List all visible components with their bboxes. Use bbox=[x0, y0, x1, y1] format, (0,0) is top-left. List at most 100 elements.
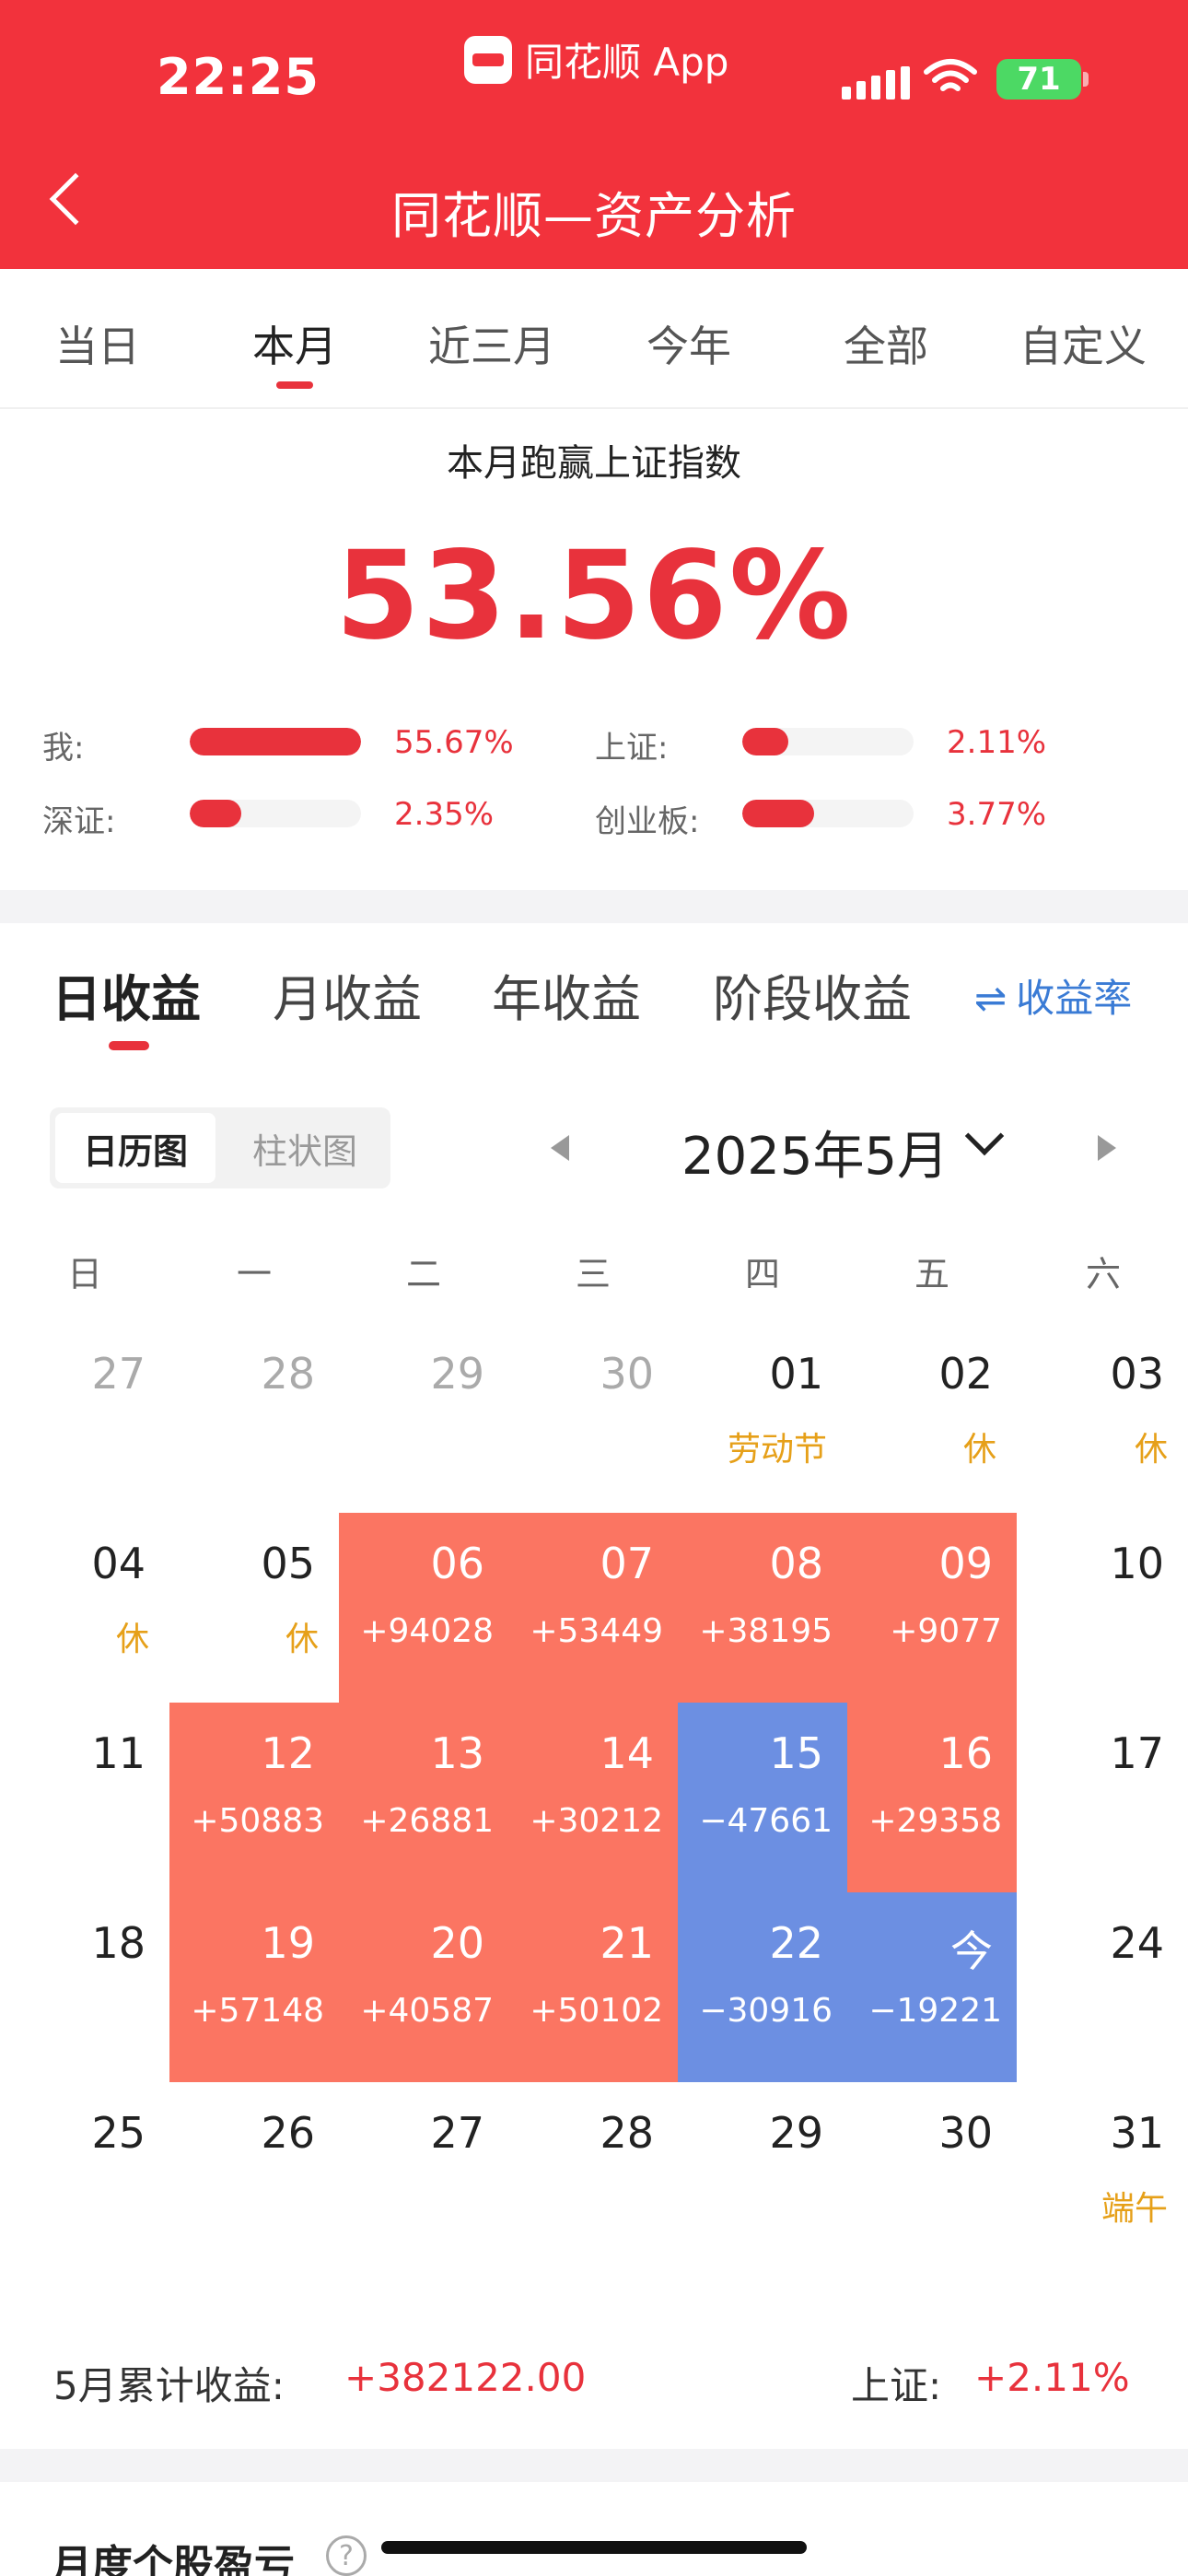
day-number: 29 bbox=[430, 1349, 484, 1399]
compare-bar-sh bbox=[742, 728, 914, 755]
day-number: 16 bbox=[938, 1728, 993, 1778]
calendar-day[interactable]: 14 +30212 bbox=[508, 1703, 678, 1892]
prev-month-icon[interactable] bbox=[551, 1135, 569, 1161]
view-toggle: 日历图 柱状图 bbox=[50, 1107, 390, 1188]
daily-pnl: +26881 bbox=[360, 1802, 494, 1840]
day-number: 02 bbox=[938, 1349, 993, 1399]
day-number: 30 bbox=[938, 2108, 993, 2158]
chevron-down-icon[interactable] bbox=[964, 1116, 1005, 1156]
day-number: 01 bbox=[769, 1349, 823, 1399]
tab-all[interactable]: 全部 bbox=[794, 313, 978, 374]
calendar-day[interactable]: 31 端午 bbox=[1019, 2082, 1188, 2272]
bar-view-button[interactable]: 柱状图 bbox=[225, 1113, 385, 1183]
day-number: 29 bbox=[769, 2108, 823, 2158]
day-number: 25 bbox=[91, 2108, 146, 2158]
holiday-note: 休 bbox=[962, 1431, 996, 1469]
yield-rate-toggle[interactable]: ⇌ 收益率 bbox=[974, 967, 1132, 1024]
calendar-day[interactable]: 03 休 bbox=[1019, 1323, 1188, 1513]
calendar-day[interactable]: 24 bbox=[1019, 1892, 1188, 2082]
calendar-day[interactable]: 22 −30916 bbox=[678, 1892, 847, 2082]
calendar-day[interactable]: 30 bbox=[847, 2082, 1017, 2272]
day-number: 22 bbox=[769, 1918, 823, 1968]
holiday-note: 休 bbox=[1134, 1431, 1168, 1469]
holiday-note: 端午 bbox=[1101, 2190, 1168, 2228]
weekday-label: 一 bbox=[236, 1254, 272, 1294]
calendar-day[interactable]: 30 bbox=[508, 1323, 678, 1513]
calendar-day[interactable]: 07 +53449 bbox=[508, 1513, 678, 1703]
swap-icon: ⇌ bbox=[974, 976, 1007, 1021]
month-label[interactable]: 2025年5月 bbox=[681, 1115, 949, 1189]
next-month-icon[interactable] bbox=[1098, 1135, 1116, 1161]
home-indicator bbox=[381, 2541, 807, 2554]
app-indicator[interactable]: 同花顺 App bbox=[464, 31, 728, 88]
calendar-day[interactable]: 29 bbox=[339, 1323, 508, 1513]
tab-yearly-income[interactable]: 年收益 bbox=[492, 958, 641, 1031]
cellular-signal-icon bbox=[842, 66, 910, 100]
compare-label-sh: 上证: bbox=[595, 730, 669, 767]
daily-pnl: +40587 bbox=[360, 1992, 494, 2030]
compare-label-cyb: 创业板: bbox=[595, 803, 700, 840]
weekday-label: 日 bbox=[66, 1254, 102, 1294]
calendar-day[interactable]: 16 +29358 bbox=[847, 1703, 1017, 1892]
calendar-day[interactable]: 17 bbox=[1019, 1703, 1188, 1892]
calendar-day[interactable]: 今 −19221 bbox=[847, 1892, 1017, 2082]
help-icon[interactable]: ? bbox=[326, 2535, 367, 2576]
calendar-day[interactable]: 18 bbox=[0, 1892, 169, 2082]
day-number: 09 bbox=[938, 1539, 993, 1588]
calendar-day[interactable]: 20 +40587 bbox=[339, 1892, 508, 2082]
tab-custom[interactable]: 自定义 bbox=[991, 313, 1175, 374]
day-number: 今 bbox=[950, 1926, 993, 1976]
day-number: 17 bbox=[1110, 1728, 1164, 1778]
compare-value-cyb: 3.77% bbox=[947, 796, 1047, 833]
tab-three-months[interactable]: 近三月 bbox=[400, 313, 584, 374]
tab-daily-income[interactable]: 日收益 bbox=[52, 958, 201, 1031]
tab-monthly-income[interactable]: 月收益 bbox=[273, 958, 422, 1031]
calendar-day[interactable]: 21 +50102 bbox=[508, 1892, 678, 2082]
day-number: 24 bbox=[1110, 1918, 1164, 1968]
calendar-day[interactable]: 01 劳动节 bbox=[678, 1323, 847, 1513]
calendar-day[interactable]: 28 bbox=[169, 1323, 339, 1513]
tab-this-month[interactable]: 本月 bbox=[203, 313, 387, 374]
day-number: 31 bbox=[1110, 2108, 1164, 2158]
daily-pnl: +9077 bbox=[890, 1612, 1002, 1650]
calendar-day[interactable]: 27 bbox=[339, 2082, 508, 2272]
calendar-view-button[interactable]: 日历图 bbox=[55, 1113, 215, 1183]
daily-pnl: +30212 bbox=[530, 1802, 663, 1840]
calendar-day[interactable]: 12 +50883 bbox=[169, 1703, 339, 1892]
calendar-day[interactable]: 02 休 bbox=[847, 1323, 1017, 1513]
compare-bar-fill-me bbox=[190, 728, 361, 755]
tab-today[interactable]: 当日 bbox=[6, 313, 190, 374]
calendar-day[interactable]: 27 bbox=[0, 1323, 169, 1513]
calendar-day[interactable]: 28 bbox=[508, 2082, 678, 2272]
month-total-value: +382122.00 bbox=[344, 2355, 587, 2400]
section-title: 月度个股盈亏 bbox=[52, 2542, 295, 2576]
day-number: 20 bbox=[430, 1918, 484, 1968]
calendar-day[interactable]: 08 +38195 bbox=[678, 1513, 847, 1703]
calendar-day[interactable]: 04 休 bbox=[0, 1513, 169, 1703]
day-number: 11 bbox=[91, 1728, 146, 1778]
compare-value-sh: 2.11% bbox=[947, 724, 1047, 761]
tab-stage-income[interactable]: 阶段收益 bbox=[713, 958, 912, 1031]
calendar-day[interactable]: 05 休 bbox=[169, 1513, 339, 1703]
weekday-label: 五 bbox=[914, 1254, 949, 1294]
compare-label-sz: 深证: bbox=[42, 803, 116, 840]
yield-rate-label: 收益率 bbox=[1016, 976, 1133, 1021]
daily-pnl: −30916 bbox=[699, 1992, 833, 2030]
calendar-day[interactable]: 13 +26881 bbox=[339, 1703, 508, 1892]
period-tabs: 当日 本月 近三月 今年 全部 自定义 bbox=[0, 269, 1188, 409]
calendar-day[interactable]: 06 +94028 bbox=[339, 1513, 508, 1703]
page-title: 同花顺—资产分析 bbox=[391, 187, 797, 245]
status-time: 22:25 bbox=[157, 48, 320, 106]
day-number: 12 bbox=[261, 1728, 315, 1778]
calendar-day[interactable]: 11 bbox=[0, 1703, 169, 1892]
calendar-day[interactable]: 10 bbox=[1019, 1513, 1188, 1703]
calendar-day[interactable]: 19 +57148 bbox=[169, 1892, 339, 2082]
calendar-day[interactable]: 26 bbox=[169, 2082, 339, 2272]
calendar-day[interactable]: 15 −47661 bbox=[678, 1703, 847, 1892]
calendar-day[interactable]: 09 +9077 bbox=[847, 1513, 1017, 1703]
section-divider bbox=[0, 890, 1188, 923]
calendar-day[interactable]: 29 bbox=[678, 2082, 847, 2272]
tab-this-year[interactable]: 今年 bbox=[597, 313, 781, 374]
outperform-value: 53.56% bbox=[335, 525, 853, 667]
calendar-day[interactable]: 25 bbox=[0, 2082, 169, 2272]
